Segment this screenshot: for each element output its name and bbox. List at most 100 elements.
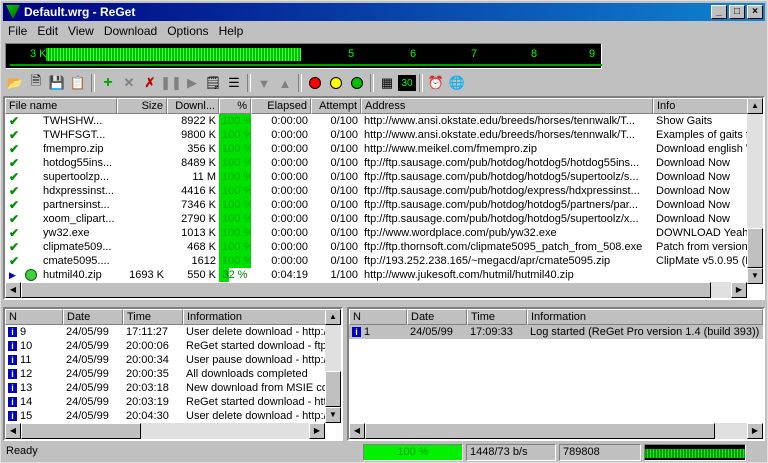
scroll-right-button[interactable]: ▶ — [731, 282, 747, 298]
log-time-text: 20:04:30 — [126, 410, 169, 422]
clipboard-icon[interactable]: 📋 — [68, 73, 88, 93]
menu-options[interactable]: Options — [162, 22, 213, 40]
download-row[interactable]: xoom_clipart... 2790 K 100 % 0:00:00 0/100 ft… — [5, 212, 749, 226]
move-up-icon[interactable]: ▲ — [275, 73, 295, 93]
col-downloaded[interactable]: Downl... — [167, 98, 219, 114]
log-row[interactable]: i 1 24/05/99 17:09:33 Log started (ReGet Pro… — [349, 325, 763, 339]
downloads-hscrollbar[interactable]: ◀ ▶ — [5, 282, 747, 298]
downloads-list[interactable]: File name Size Downl... % Elapsed Attemp… — [3, 96, 765, 300]
log-information-text: All downloads completed — [186, 368, 308, 380]
download-row[interactable]: fmempro.zip 356 K 100 % 0:00:00 0/100 http://… — [5, 142, 749, 156]
col-information[interactable]: Information — [527, 309, 763, 325]
scroll-right-button[interactable]: ▶ — [309, 423, 325, 439]
event-log-left[interactable]: N Date Time Information i 9 24/05/99 17:11:… — [3, 307, 343, 441]
col-time[interactable]: Time — [467, 309, 527, 325]
minimize-button[interactable]: _ — [711, 5, 727, 19]
event-log-right[interactable]: N Date Time Information i 1 24/05/99 17:09:… — [347, 307, 765, 441]
col-info[interactable]: Info — [653, 98, 749, 114]
menu-file[interactable]: File — [3, 22, 32, 40]
log-row[interactable]: i 15 24/05/99 20:04:30 User delete download … — [5, 409, 329, 423]
maximize-button[interactable]: □ — [729, 5, 745, 19]
scroll-thumb[interactable] — [325, 371, 341, 407]
col-n[interactable]: N — [5, 309, 63, 325]
cell-n: i 15 — [5, 409, 63, 423]
cell-size — [117, 184, 167, 198]
col-date[interactable]: Date — [407, 309, 467, 325]
move-down-icon[interactable]: ▼ — [254, 73, 274, 93]
scheduler-icon[interactable]: ⏰ — [426, 73, 446, 93]
download-row[interactable]: yw32.exe 1013 K 100 % 0:00:00 0/100 ftp://www… — [5, 226, 749, 240]
cell-file-name: hotdog55ins... — [43, 157, 113, 169]
log-vscrollbar[interactable]: ▲ ▼ — [325, 309, 341, 423]
cell-percent: 100 % — [219, 184, 251, 198]
scroll-down-button[interactable]: ▼ — [325, 407, 341, 423]
col-attempt[interactable]: Attempt — [311, 98, 361, 114]
title-bar[interactable]: Default.wrg - ReGet _ □ × — [3, 3, 765, 21]
log-hscrollbar[interactable]: ◀ ▶ — [349, 423, 763, 439]
close-button[interactable]: × — [747, 5, 763, 19]
log-row[interactable]: i 14 24/05/99 20:03:19 ReGet started downloa… — [5, 395, 329, 409]
cell-date: 24/05/99 — [63, 409, 123, 423]
col-percent[interactable]: % — [219, 98, 251, 114]
start-icon[interactable]: ▶ — [182, 73, 202, 93]
open-folder-icon[interactable]: 📂 — [5, 73, 25, 93]
download-row[interactable]: hotdog55ins... 8489 K 100 % 0:00:00 0/100 ftp… — [5, 156, 749, 170]
menu-help[interactable]: Help — [214, 22, 249, 40]
download-row[interactable]: hutmil40.zip 1693 K 550 K 32 % 0:04:19 1/100 h… — [5, 268, 749, 282]
scroll-left-button[interactable]: ◀ — [5, 423, 21, 439]
col-time[interactable]: Time — [123, 309, 183, 325]
download-row[interactable]: TWHSHW... 8922 K 100 % 0:00:00 0/100 http://w… — [5, 114, 749, 128]
add-icon[interactable]: + — [98, 73, 118, 93]
log-row[interactable]: i 13 24/05/99 20:03:18 New download from MSI… — [5, 381, 329, 395]
menu-edit[interactable]: Edit — [32, 22, 63, 40]
delete-icon[interactable]: ✕ — [119, 73, 139, 93]
yellow-light-icon[interactable] — [326, 73, 346, 93]
counter-icon[interactable]: 30 — [398, 75, 416, 91]
log-hscrollbar[interactable]: ◀ ▶ — [5, 423, 325, 439]
globe-icon[interactable]: 🌐 — [447, 73, 467, 93]
cell-n: i 14 — [5, 395, 63, 409]
download-row[interactable]: supertoolzp... 11 M 100 % 0:00:00 0/100 ftp:/… — [5, 170, 749, 184]
col-size[interactable]: Size — [117, 98, 167, 114]
log-row[interactable]: i 10 24/05/99 20:00:06 ReGet started downloa… — [5, 339, 329, 353]
save-icon[interactable]: 💾 — [47, 73, 67, 93]
red-light-icon[interactable] — [305, 73, 325, 93]
scroll-left-button[interactable]: ◀ — [349, 423, 365, 439]
col-n[interactable]: N — [349, 309, 407, 325]
grid-icon[interactable]: ▦ — [377, 73, 397, 93]
green-light-icon[interactable] — [347, 73, 367, 93]
col-address[interactable]: Address — [361, 98, 653, 114]
scroll-right-button[interactable]: ▶ — [747, 423, 763, 439]
download-row[interactable]: cmate5095.... 1612 100 % 0:00:00 0/100 ftp://… — [5, 254, 749, 268]
scroll-thumb[interactable] — [21, 282, 711, 298]
log-row[interactable]: i 9 24/05/99 17:11:27 User delete download -… — [5, 325, 329, 339]
menu-view[interactable]: View — [63, 22, 99, 40]
download-row[interactable]: TWHFSGT... 9800 K 100 % 0:00:00 0/100 http://… — [5, 128, 749, 142]
col-file-name[interactable]: File name — [5, 98, 117, 114]
col-date[interactable]: Date — [63, 309, 123, 325]
scroll-left-button[interactable]: ◀ — [5, 282, 21, 298]
col-information[interactable]: Information — [183, 309, 329, 325]
cell-info: ClipMate v5.0.95 (B — [656, 255, 749, 267]
download-row[interactable]: clipmate509... 468 K 100 % 0:00:00 0/100 ftp:… — [5, 240, 749, 254]
scroll-thumb[interactable] — [21, 423, 141, 439]
cell-percent: 32 % — [219, 268, 251, 282]
import-icon[interactable]: 🗎 — [26, 73, 46, 93]
download-row[interactable]: partnersinst... 7346 K 100 % 0:00:00 0/100 ft… — [5, 198, 749, 212]
download-row[interactable]: hdxpressinst... 4416 K 100 % 0:00:00 0/100 ft… — [5, 184, 749, 198]
scroll-down-button[interactable]: ▼ — [747, 268, 763, 284]
properties-icon[interactable]: 🗒 — [203, 73, 223, 93]
col-elapsed[interactable]: Elapsed — [251, 98, 311, 114]
list-icon[interactable]: ☰ — [224, 73, 244, 93]
pause-icon[interactable]: ❚❚ — [160, 73, 182, 93]
scroll-thumb[interactable] — [747, 228, 763, 268]
scroll-up-button[interactable]: ▲ — [747, 98, 763, 114]
scroll-thumb[interactable] — [365, 423, 715, 439]
log-row[interactable]: i 12 24/05/99 20:00:35 All downloads complet… — [5, 367, 329, 381]
log-row[interactable]: i 11 24/05/99 20:00:34 User pause download -… — [5, 353, 329, 367]
menu-download[interactable]: Download — [99, 22, 162, 40]
scroll-up-button[interactable]: ▲ — [325, 309, 341, 325]
downloads-vscrollbar[interactable]: ▲ ▼ — [747, 98, 763, 284]
delete-completed-icon[interactable]: ✗ — [140, 73, 160, 93]
log-date-text: 24/05/99 — [66, 340, 109, 352]
